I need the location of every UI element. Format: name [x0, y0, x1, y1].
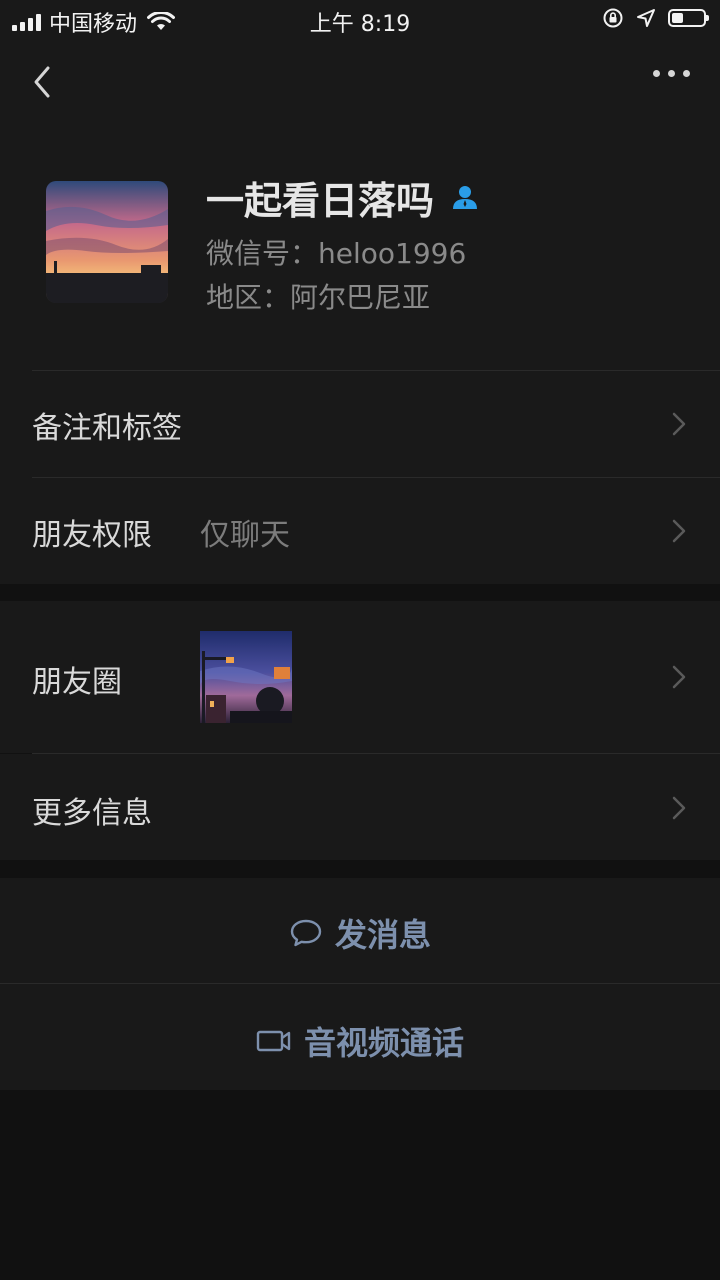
- more-dot: [683, 70, 690, 77]
- location-arrow-icon: [637, 9, 655, 27]
- chevron-right-icon: [672, 412, 686, 436]
- moments-row[interactable]: 朋友圈: [0, 601, 720, 753]
- status-bar: 中国移动 上午 8:19: [0, 0, 720, 40]
- moments-label: 朋友圈: [32, 665, 122, 700]
- chevron-right-icon: [672, 796, 686, 820]
- rotation-lock-icon: [603, 8, 623, 28]
- region: 地区：阿尔巴尼亚: [206, 281, 431, 314]
- friend-permission-label: 朋友权限: [32, 518, 152, 553]
- more-info-row[interactable]: 更多信息: [0, 754, 720, 860]
- more-button[interactable]: [653, 70, 690, 77]
- chevron-right-icon: [672, 665, 686, 689]
- battery-icon: [668, 9, 709, 27]
- profile-name-text: 一起看日落吗: [206, 179, 435, 223]
- send-message-content: 发消息: [0, 910, 720, 956]
- video-call-content: 音视频通话: [0, 1018, 720, 1064]
- remark-tags-row[interactable]: 备注和标签: [0, 371, 720, 477]
- status-right: [602, 7, 709, 29]
- video-camera-icon: [256, 1030, 291, 1052]
- video-call-label: 音视频通话: [303, 1024, 464, 1062]
- chevron-left-icon: [34, 66, 50, 98]
- remark-tags-label: 备注和标签: [32, 411, 182, 446]
- chat-bubble-icon: [290, 919, 322, 947]
- more-dots-icon: [653, 70, 660, 77]
- profile-name: 一起看日落吗: [206, 170, 480, 225]
- send-message-button[interactable]: 发消息: [0, 878, 720, 983]
- battery-level: [672, 13, 683, 23]
- friend-permission-value: 仅聊天: [200, 518, 290, 553]
- more-info-label: 更多信息: [32, 796, 152, 831]
- avatar-sunset-image: [46, 181, 168, 303]
- profile-section: 一起看日落吗 微信号：heloo1996 地区：阿尔巴尼亚 备注和标签 朋友权限…: [0, 40, 720, 584]
- person-badge-icon: [453, 185, 478, 209]
- send-message-label: 发消息: [334, 916, 431, 954]
- more-dot: [668, 70, 675, 77]
- wechat-id: 微信号：heloo1996: [206, 237, 467, 270]
- moments-photo-image: [200, 631, 292, 723]
- chevron-right-icon: [672, 519, 686, 543]
- video-call-button[interactable]: 音视频通话: [0, 984, 720, 1090]
- friend-permission-row[interactable]: 朋友权限 仅聊天: [0, 478, 720, 584]
- moments-thumbnail[interactable]: [200, 631, 292, 723]
- back-button[interactable]: [28, 62, 58, 102]
- avatar[interactable]: [46, 181, 168, 303]
